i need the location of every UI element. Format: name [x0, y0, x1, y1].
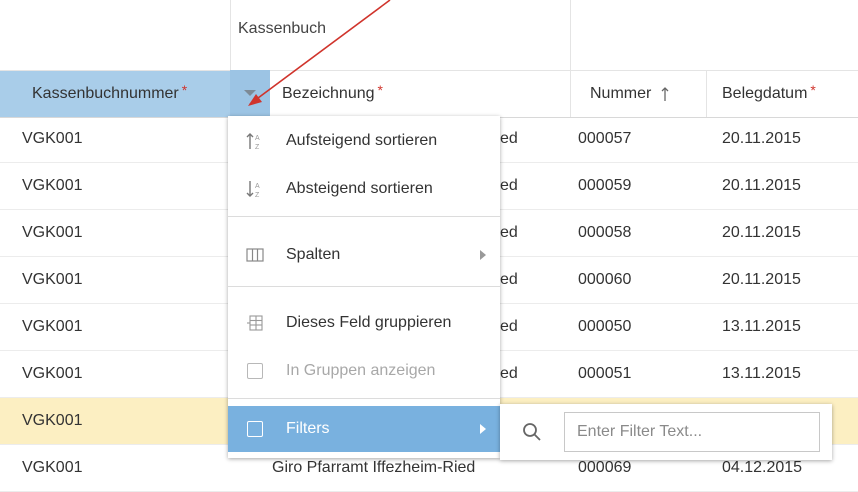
- column-header-row: Kassenbuchnummer * Bezeichnung * Nummer Be…: [0, 70, 858, 118]
- cell-belegdatum: 20.11.2015: [722, 130, 801, 147]
- menu-separator: [228, 286, 500, 287]
- column-header-bezeichnung[interactable]: Bezeichnung *: [270, 71, 571, 117]
- sort-descending-icon: AZ: [240, 179, 270, 199]
- svg-text:A: A: [255, 183, 260, 190]
- svg-text:Z: Z: [255, 144, 260, 151]
- sort-ascending-icon: [661, 86, 669, 102]
- required-marker: *: [377, 82, 383, 98]
- group-icon: [240, 315, 270, 331]
- cell-bezeichnung: ed: [500, 318, 518, 335]
- column-header-kassenbuchnummer[interactable]: Kassenbuchnummer *: [0, 71, 230, 117]
- cell-nummer: 000057: [578, 130, 632, 147]
- column-label: Kassenbuchnummer: [32, 85, 179, 102]
- menu-item-show-in-groups[interactable]: In Gruppen anzeigen: [228, 348, 500, 394]
- column-label: Nummer: [590, 85, 652, 102]
- menu-separator: [228, 216, 500, 217]
- sort-ascending-icon: AZ: [240, 131, 270, 151]
- cell-kassenbuchnummer: VGK001: [22, 318, 83, 335]
- menu-item-sort-ascending[interactable]: AZ Aufsteigend sortieren: [228, 118, 500, 164]
- columns-icon: [240, 248, 270, 262]
- checkbox-icon: [240, 421, 270, 437]
- menu-item-label: In Gruppen anzeigen: [286, 362, 436, 379]
- cell-kassenbuchnummer: VGK001: [22, 177, 83, 194]
- menu-item-columns[interactable]: Spalten: [228, 232, 500, 278]
- cell-bezeichnung: ed: [500, 177, 518, 194]
- column-label: Bezeichnung: [282, 85, 375, 102]
- menu-separator: [228, 398, 500, 399]
- cell-nummer: 000060: [578, 271, 632, 288]
- menu-item-sort-descending[interactable]: AZ Absteigend sortieren: [228, 166, 500, 212]
- column-group-header: Kassenbuch: [0, 0, 858, 70]
- menu-item-label: Filters: [286, 420, 330, 437]
- cell-nummer: 000059: [578, 177, 632, 194]
- cell-kassenbuchnummer: VGK001: [22, 459, 83, 476]
- cell-nummer: 000051: [578, 365, 632, 382]
- cell-bezeichnung: ed: [500, 271, 518, 288]
- chevron-right-icon: [480, 250, 486, 260]
- cell-belegdatum: 13.11.2015: [722, 318, 801, 335]
- cell-kassenbuchnummer: VGK001: [22, 365, 83, 382]
- cell-belegdatum: 20.11.2015: [722, 177, 801, 194]
- column-header-nummer[interactable]: Nummer: [570, 71, 707, 117]
- column-context-menu: AZ Aufsteigend sortieren AZ Absteigend s…: [228, 116, 500, 458]
- column-menu-trigger[interactable]: [230, 70, 270, 116]
- checkbox-icon: [240, 363, 270, 379]
- menu-item-label: Dieses Feld gruppieren: [286, 314, 452, 331]
- chevron-right-icon: [480, 424, 486, 434]
- cell-belegdatum: 20.11.2015: [722, 224, 801, 241]
- filter-text-input[interactable]: [564, 412, 820, 452]
- cell-kassenbuchnummer: VGK001: [22, 412, 83, 429]
- cell-bezeichnung: ed: [500, 365, 518, 382]
- menu-item-label: Aufsteigend sortieren: [286, 132, 438, 149]
- search-icon: [522, 422, 542, 447]
- cell-belegdatum: 13.11.2015: [722, 365, 801, 382]
- cell-bezeichnung: ed: [500, 224, 518, 241]
- group-label-kassenbuch: Kassenbuch: [238, 20, 327, 37]
- menu-item-filters[interactable]: Filters: [228, 406, 500, 452]
- chevron-down-icon: [244, 90, 256, 96]
- filter-submenu: [500, 404, 832, 460]
- required-marker: *: [810, 82, 816, 98]
- column-header-belegdatum[interactable]: Belegdatum *: [706, 71, 858, 117]
- cell-nummer: 000050: [578, 318, 632, 335]
- cell-bezeichnung: ed: [500, 130, 518, 147]
- cell-kassenbuchnummer: VGK001: [22, 130, 83, 147]
- column-label: Belegdatum: [722, 85, 808, 102]
- cell-kassenbuchnummer: VGK001: [22, 224, 83, 241]
- menu-item-label: Absteigend sortieren: [286, 180, 433, 197]
- svg-text:A: A: [255, 135, 260, 142]
- svg-text:Z: Z: [255, 192, 260, 199]
- cell-nummer: 000058: [578, 224, 632, 241]
- menu-item-group-by-field[interactable]: Dieses Feld gruppieren: [228, 300, 500, 346]
- menu-item-label: Spalten: [286, 246, 341, 263]
- group-divider: [570, 0, 571, 70]
- required-marker: *: [181, 82, 188, 98]
- group-divider: [230, 0, 231, 70]
- cell-kassenbuchnummer: VGK001: [22, 271, 83, 288]
- cell-belegdatum: 20.11.2015: [722, 271, 801, 288]
